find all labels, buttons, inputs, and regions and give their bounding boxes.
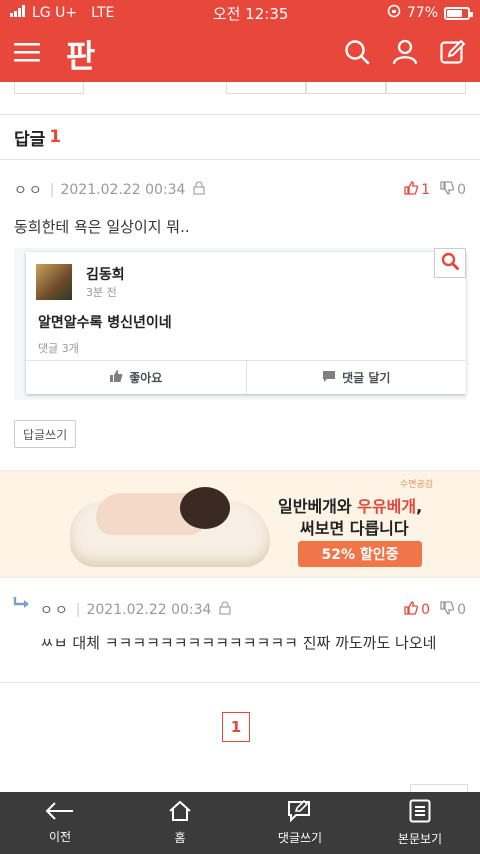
peek-button[interactable] [386, 82, 466, 94]
ad-headline-suffix: , [416, 497, 423, 516]
top-bar: LG U+ LTE 오전 12:35 77% 판 [0, 0, 480, 82]
like-count: 1 [421, 182, 431, 198]
replies-title: 답글 [14, 129, 46, 150]
post-comment-label: 댓글 달기 [342, 371, 391, 385]
dislike-button[interactable]: 0 [440, 601, 466, 619]
replies-heading: 답글 1 [0, 114, 480, 160]
signal-icon [10, 5, 26, 21]
post-comment-count: 댓글 3개 [38, 342, 79, 355]
peek-button[interactable] [226, 82, 306, 94]
battery-percent: 77% [406, 5, 438, 21]
like-button[interactable]: 0 [404, 601, 430, 619]
page-1[interactable]: 1 [222, 712, 250, 742]
facebook-post: 김동희 3분 전 알면알수록 병신년이네 댓글 3개 좋아요 댓글 달기 [26, 252, 466, 394]
ad-discount-badge[interactable]: 52% 할인중 [298, 541, 422, 567]
peek-button[interactable] [306, 82, 386, 94]
status-bar: LG U+ LTE 오전 12:35 77% [0, 0, 480, 26]
lock-icon [219, 601, 232, 619]
dislike-button[interactable]: 0 [440, 181, 466, 199]
ad-headline-accent: 우유베개 [357, 497, 417, 516]
write-reply-button[interactable]: 답글쓰기 [14, 420, 77, 448]
lock-icon [193, 181, 206, 199]
replies-count: 1 [49, 127, 62, 147]
rotation-lock-icon [387, 4, 401, 22]
nav-view-post[interactable]: 본문보기 [360, 792, 480, 854]
ad-headline-prefix: 일반베개와 [278, 497, 358, 516]
post-author: 김동희 [86, 267, 125, 283]
meta-divider: | [49, 182, 55, 198]
site-logo[interactable]: 판 [66, 31, 95, 77]
meta-divider: | [75, 602, 81, 618]
post-time: 3분 전 [86, 286, 117, 299]
thumbs-up-icon [404, 181, 419, 199]
post-body: 알면알수록 병신년이네 [38, 315, 172, 331]
thumbs-down-icon [440, 601, 455, 619]
nav-view-post-label: 본문보기 [397, 832, 443, 846]
menu-icon[interactable] [14, 42, 40, 66]
like-button[interactable]: 1 [404, 181, 430, 199]
ad-subheadline: 써보면 다릅니다 [300, 519, 409, 538]
comment-section: 답글 1 ㅇㅇ | 2021.02.22 00:34 1 0 동희한테 욕은 일… [0, 82, 480, 792]
thumbs-up-icon [404, 601, 419, 619]
battery-icon [444, 6, 473, 20]
avatar [36, 264, 72, 300]
post-like-label: 좋아요 [129, 371, 163, 385]
scrolled-tabs [12, 82, 468, 94]
post-comment-action: 댓글 달기 [245, 361, 467, 394]
nav-home[interactable]: 홈 [120, 792, 240, 854]
search-icon[interactable] [344, 39, 370, 69]
thumbs-up-icon [109, 369, 123, 386]
home-icon [168, 800, 192, 825]
reply-meta: ㅇㅇ | 2021.02.22 00:34 0 0 [40, 600, 466, 620]
reply-date: 2021.02.22 00:34 [86, 602, 212, 618]
reply-author: ㅇㅇ [40, 603, 70, 619]
comment-author: ㅇㅇ [14, 183, 44, 199]
scroll-top-button[interactable] [410, 784, 468, 792]
magnifier-icon [441, 252, 459, 274]
thumbs-down-icon [440, 181, 455, 199]
comment-date: 2021.02.22 00:34 [60, 182, 186, 198]
model-hair [180, 487, 230, 529]
header-nav: 판 [0, 26, 480, 82]
dislike-count: 0 [457, 602, 466, 618]
comment-meta: ㅇㅇ | 2021.02.22 00:34 1 0 [14, 180, 466, 200]
embedded-screenshot: 김동희 3분 전 알면알수록 병신년이네 댓글 3개 좋아요 댓글 달기 [14, 248, 466, 400]
back-arrow-icon [45, 801, 75, 824]
nav-write-comment-label: 댓글쓰기 [277, 831, 323, 845]
post-actions: 좋아요 댓글 달기 [26, 360, 466, 394]
nav-home-label: 홈 [174, 831, 186, 845]
document-icon [409, 799, 431, 826]
zoom-image-button[interactable] [434, 248, 466, 278]
reply-text: ㅆㅂ 대체 ㅋㅋㅋㅋㅋㅋㅋㅋㅋㅋㅋㅋㅋㅋ 진짜 까도까도 나오네 [40, 634, 437, 652]
comment-write-icon [287, 799, 313, 825]
user-icon[interactable] [392, 39, 418, 69]
write-icon[interactable] [440, 39, 466, 69]
nav-back-label: 이전 [48, 830, 72, 844]
nav-write-comment[interactable]: 댓글쓰기 [240, 792, 360, 854]
carrier: LG U+ [32, 5, 78, 21]
peek-button[interactable] [14, 82, 84, 94]
ad-brand: 수면공감 [400, 480, 434, 490]
dislike-count: 0 [457, 182, 466, 198]
like-count: 0 [421, 602, 431, 618]
divider [0, 682, 480, 683]
nav-back[interactable]: 이전 [0, 792, 120, 854]
comment-text: 동희한테 욕은 일상이지 뭐.. [14, 218, 190, 236]
speech-bubble-icon [322, 370, 336, 386]
bottom-nav: 이전 홈 댓글쓰기 본문보기 [0, 792, 480, 854]
clock: 오전 12:35 [212, 4, 289, 23]
post-like-action: 좋아요 [26, 361, 246, 394]
reply-arrow-icon [12, 596, 32, 616]
network: LTE [91, 5, 115, 21]
ad-headline: 일반베개와 우유베개, [278, 493, 422, 517]
ad-banner[interactable]: 수면공감 일반베개와 우유베개, 써보면 다릅니다 52% 할인중 [0, 470, 480, 578]
